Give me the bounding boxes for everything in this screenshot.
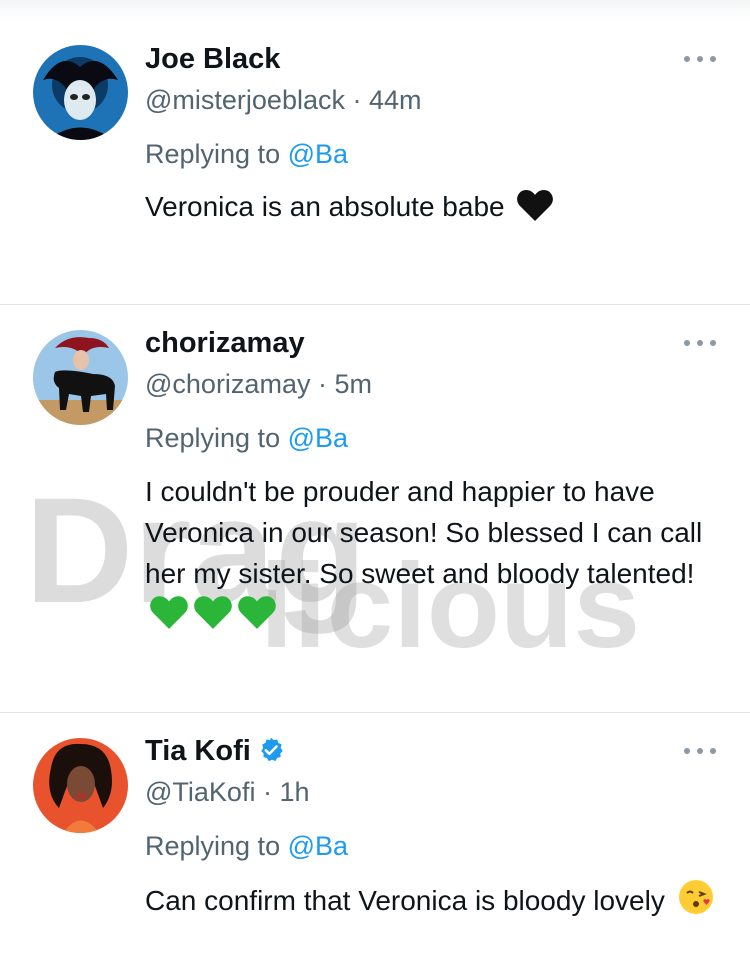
timestamp[interactable]: 44m	[369, 85, 422, 115]
divider	[0, 712, 750, 713]
display-name[interactable]: Joe Black	[145, 42, 280, 76]
replying-to-line: Replying to @Ba	[145, 421, 348, 455]
handle-line: @TiaKofi · 1h	[145, 775, 310, 809]
face-blowing-kiss-icon	[677, 878, 715, 927]
separator-dot: ·	[317, 369, 327, 399]
green-heart-icon	[193, 594, 233, 641]
tweet-text: Veronica is an absolute babe	[145, 186, 730, 233]
tweet-text: Can confirm that Veronica is bloody love…	[145, 878, 730, 927]
replying-to-mention[interactable]: @Ba	[288, 139, 348, 169]
handle[interactable]: @TiaKofi	[145, 777, 255, 807]
display-name[interactable]: chorizamay	[145, 326, 305, 360]
replying-to-label: Replying to	[145, 139, 281, 169]
display-name[interactable]: Tia Kofi	[145, 735, 251, 767]
replying-to-mention[interactable]: @Ba	[288, 831, 348, 861]
tweet-text: I couldn't be prouder and happier to hav…	[145, 471, 730, 641]
replying-to-label: Replying to	[145, 423, 281, 453]
replying-to-line: Replying to @Ba	[145, 137, 348, 171]
more-options-icon[interactable]	[684, 746, 716, 756]
tweet-text-content: Can confirm that Veronica is bloody love…	[145, 885, 665, 916]
replying-to-line: Replying to @Ba	[145, 829, 348, 863]
more-options-icon[interactable]	[684, 54, 716, 64]
tweet-text-content: I couldn't be prouder and happier to hav…	[145, 476, 703, 589]
more-options-icon[interactable]	[684, 338, 716, 348]
replying-to-mention[interactable]: @Ba	[288, 423, 348, 453]
separator-dot: ·	[352, 85, 362, 115]
timestamp[interactable]: 5m	[335, 369, 373, 399]
green-heart-icon	[237, 594, 277, 641]
tweet-text-content: Veronica is an absolute babe	[145, 191, 505, 222]
black-heart-icon	[516, 188, 554, 233]
green-heart-icon	[149, 594, 189, 641]
handle-line: @misterjoeblack · 44m	[145, 83, 422, 117]
avatar-joe-black[interactable]	[33, 45, 128, 140]
avatar-tia-kofi[interactable]	[33, 738, 128, 833]
separator-dot: ·	[262, 777, 272, 807]
replying-to-label: Replying to	[145, 831, 281, 861]
handle[interactable]: @chorizamay	[145, 369, 310, 399]
avatar-chorizamay[interactable]	[33, 330, 128, 425]
top-strip	[0, 0, 750, 22]
handle[interactable]: @misterjoeblack	[145, 85, 345, 115]
divider	[0, 304, 750, 305]
verified-badge-icon	[257, 736, 285, 772]
handle-line: @chorizamay · 5m	[145, 367, 372, 401]
timestamp[interactable]: 1h	[279, 777, 309, 807]
display-name-row: Tia Kofi	[145, 734, 285, 772]
